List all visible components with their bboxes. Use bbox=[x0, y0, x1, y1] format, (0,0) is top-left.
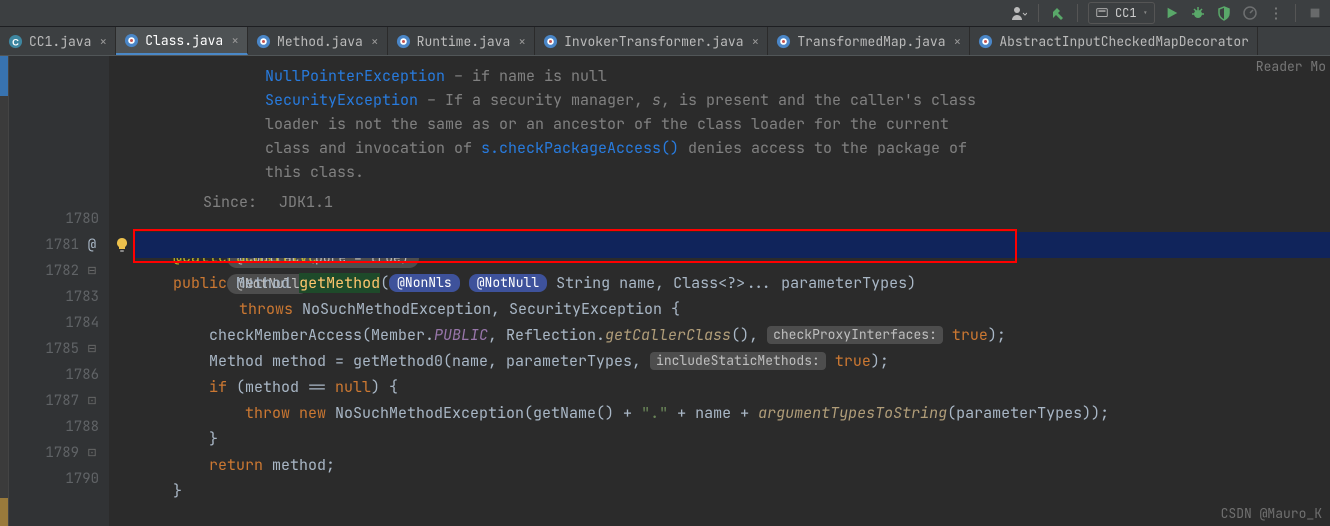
run-icon[interactable] bbox=[1163, 4, 1181, 22]
margin-icons bbox=[109, 56, 135, 526]
close-icon[interactable]: × bbox=[231, 32, 239, 49]
reader-mode-label[interactable]: Reader Mo bbox=[1256, 58, 1326, 75]
tab-label: Method.java bbox=[277, 33, 363, 50]
chevron-down-icon: ▾ bbox=[1143, 7, 1148, 19]
coverage-icon[interactable] bbox=[1215, 4, 1233, 22]
gutter: 1780 1781@ 1782⊟ 1783 1784 1785⊟ 1786 17… bbox=[9, 56, 109, 526]
watermark: CSDN @Mauro_K bbox=[1221, 505, 1322, 522]
param-hint: includeStaticMethods: bbox=[650, 352, 826, 370]
close-icon[interactable]: × bbox=[518, 33, 526, 50]
build-hammer-icon[interactable] bbox=[1049, 4, 1067, 22]
param-hint: @NotNull bbox=[469, 274, 547, 292]
user-icon[interactable] bbox=[1010, 4, 1028, 22]
tab-label: TransformedMap.java bbox=[797, 33, 945, 50]
close-icon[interactable]: × bbox=[99, 33, 107, 50]
fold-icon[interactable]: ⊟ bbox=[85, 336, 99, 362]
tab-class[interactable]: Class.java × bbox=[116, 27, 248, 55]
fold-icon[interactable]: ⊟ bbox=[85, 258, 99, 284]
close-icon[interactable]: × bbox=[752, 33, 760, 50]
debug-icon[interactable] bbox=[1189, 4, 1207, 22]
svg-text:C: C bbox=[12, 37, 19, 47]
more-icon[interactable]: ⋮ bbox=[1267, 4, 1285, 22]
tab-label: InvokerTransformer.java bbox=[564, 33, 743, 50]
main-toolbar: CC1 ▾ ⋮ bbox=[0, 0, 1330, 27]
tab-cc1[interactable]: C CC1.java × bbox=[0, 27, 116, 55]
code-area[interactable]: NullPointerException – if name is null S… bbox=[135, 56, 1330, 526]
override-icon[interactable]: @ bbox=[85, 232, 99, 258]
stop-icon[interactable] bbox=[1306, 4, 1324, 22]
tab-label: Runtime.java bbox=[417, 33, 511, 50]
tab-method[interactable]: Method.java × bbox=[248, 27, 388, 55]
run-config-label: CC1 bbox=[1115, 5, 1137, 21]
javadoc-rendered: NullPointerException – if name is null S… bbox=[135, 56, 1330, 218]
fold-end-icon[interactable]: ⊡ bbox=[85, 440, 99, 466]
close-icon[interactable]: × bbox=[371, 33, 379, 50]
param-hint: checkProxyInterfaces: bbox=[767, 326, 943, 344]
caret-line-highlight bbox=[135, 232, 1330, 258]
close-icon[interactable]: × bbox=[954, 33, 962, 50]
run-config-selector[interactable]: CC1 ▾ bbox=[1088, 2, 1155, 24]
tab-abstractinput[interactable]: AbstractInputCheckedMapDecorator bbox=[970, 27, 1258, 55]
method-name: getMethod bbox=[299, 273, 380, 293]
fold-end-icon[interactable]: ⊡ bbox=[85, 388, 99, 414]
tab-invoker[interactable]: InvokerTransformer.java × bbox=[535, 27, 768, 55]
code-editor[interactable]: 1780 1781@ 1782⊟ 1783 1784 1785⊟ 1786 17… bbox=[0, 56, 1330, 526]
editor-tabs: C CC1.java × Class.java × Method.java × … bbox=[0, 27, 1330, 56]
left-stripe bbox=[0, 56, 9, 526]
tab-label: Class.java bbox=[145, 32, 223, 49]
tab-transformedmap[interactable]: TransformedMap.java × bbox=[768, 27, 970, 55]
tab-label: CC1.java bbox=[29, 33, 91, 50]
tab-label: AbstractInputCheckedMapDecorator bbox=[999, 33, 1249, 50]
intention-bulb-icon[interactable] bbox=[113, 236, 131, 254]
tab-runtime[interactable]: Runtime.java × bbox=[388, 27, 535, 55]
param-hint: @NonNls bbox=[389, 274, 460, 292]
profile-icon[interactable] bbox=[1241, 4, 1259, 22]
